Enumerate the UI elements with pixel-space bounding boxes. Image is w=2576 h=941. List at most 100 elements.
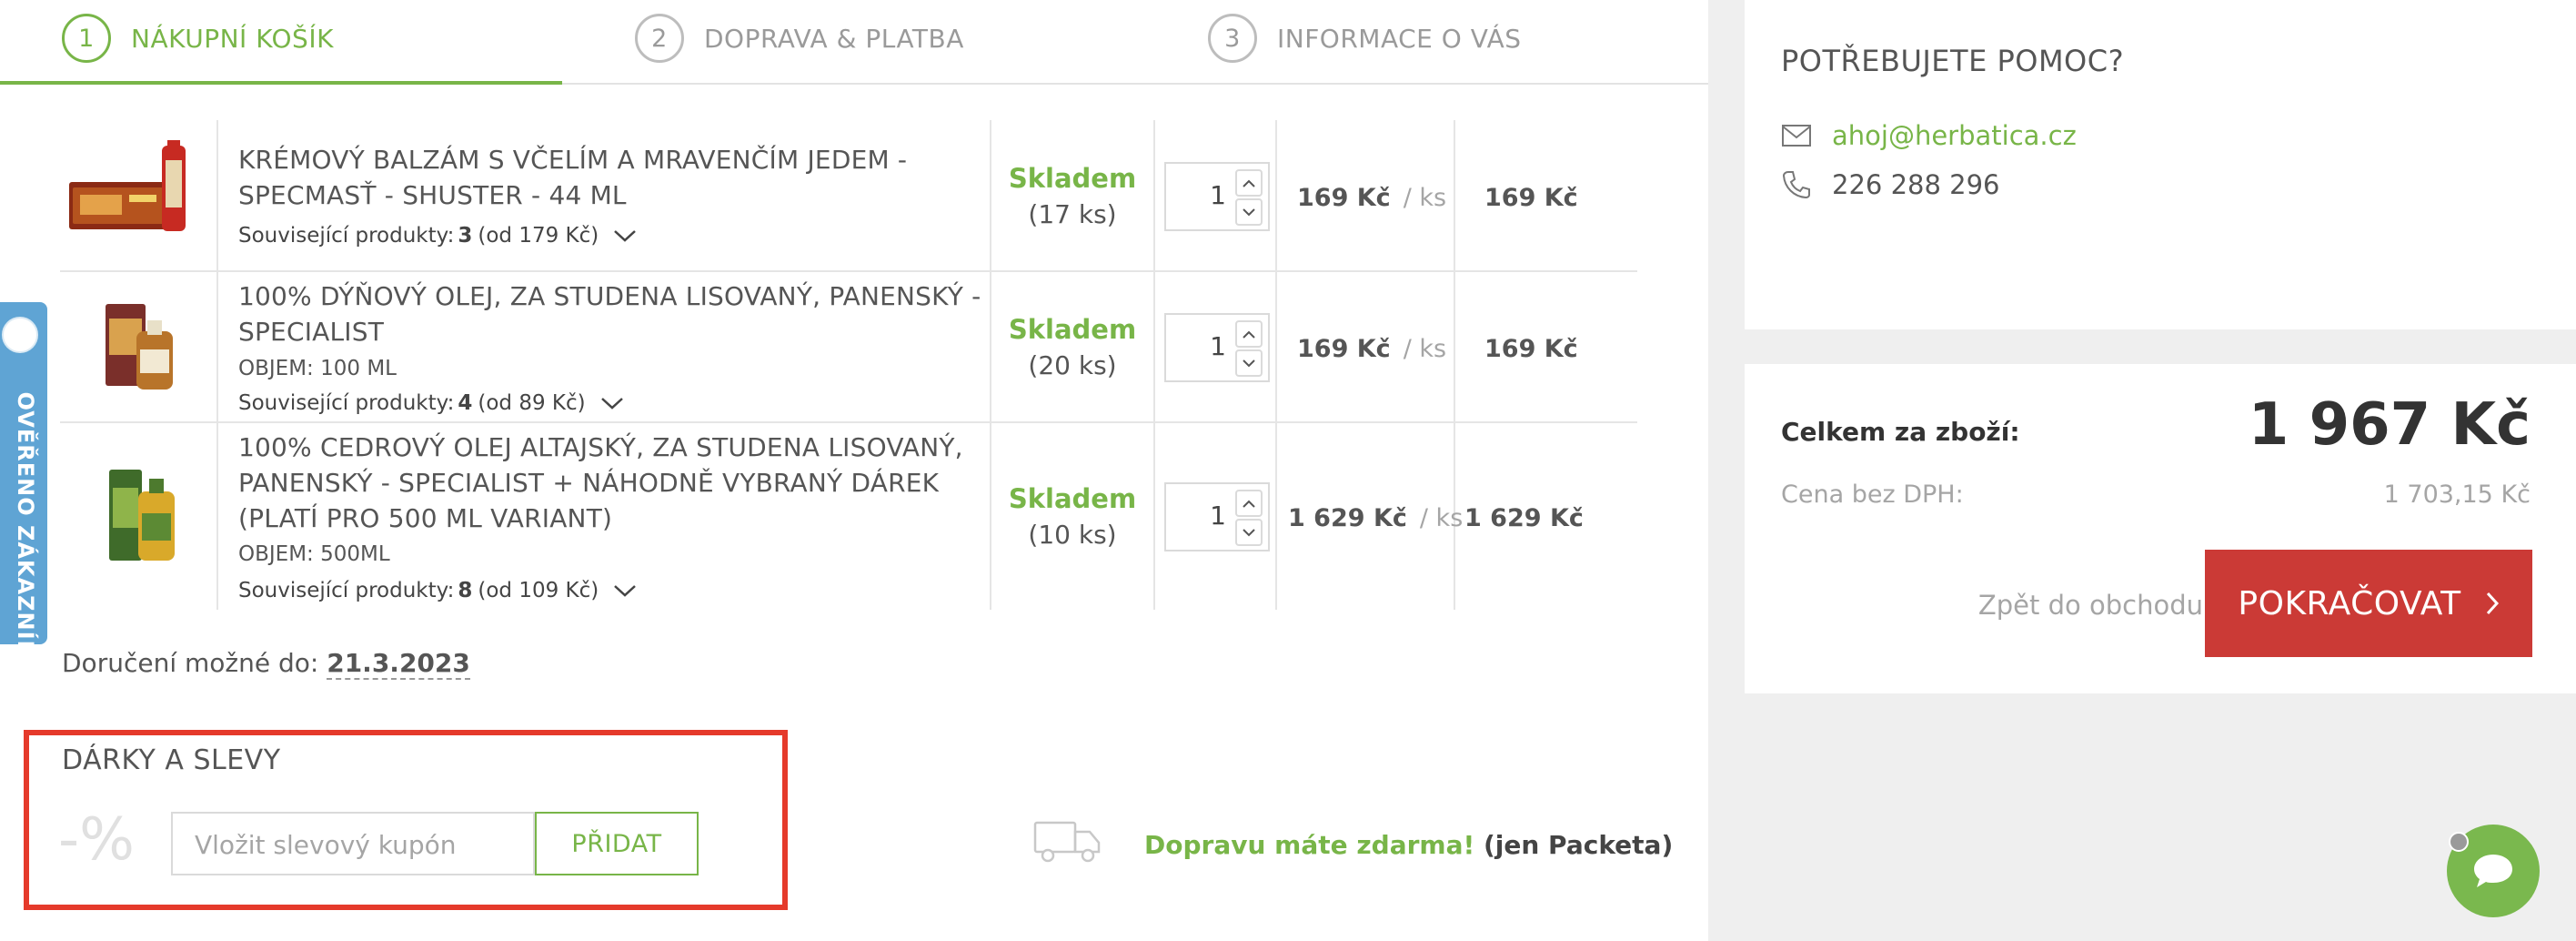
related-count: 3 <box>458 224 473 248</box>
delivery-label: Doručení možné do: <box>62 648 319 678</box>
related-products[interactable]: Související produkty: 8 (od 109 Kč) <box>238 579 637 602</box>
step-number: 3 <box>1208 14 1257 63</box>
increment-button[interactable] <box>1235 169 1263 197</box>
unit-price: 169 Kč / ks <box>1297 184 1446 212</box>
chevron-down-icon <box>1243 528 1255 536</box>
chevron-right-icon <box>2486 592 2499 615</box>
step-label: INFORMACE O VÁS <box>1277 23 1522 54</box>
related-count: 8 <box>458 579 473 602</box>
related-price: (od 109 Kč) <box>478 579 599 602</box>
product-name[interactable]: KRÉMOVÝ BALZÁM S VČELÍM A MRAVENČÍM JEDE… <box>238 142 984 213</box>
decrement-button[interactable] <box>1235 198 1263 226</box>
increment-button[interactable] <box>1235 490 1263 517</box>
related-label: Související produkty: <box>238 224 455 248</box>
product-image[interactable] <box>64 289 213 406</box>
chevron-down-icon <box>600 398 623 410</box>
related-products[interactable]: Související produkty: 4 (od 89 Kč) <box>238 391 624 415</box>
decrement-button[interactable] <box>1235 349 1263 377</box>
delivery-date[interactable]: 21.3.2023 <box>327 648 470 680</box>
row-total: 1 629 Kč <box>1464 504 1584 532</box>
free-shipping-text: Dopravu máte zdarma! <box>1144 830 1475 860</box>
stock-label: Skladem <box>1008 314 1137 345</box>
stock-label: Skladem <box>1008 163 1137 194</box>
continue-button[interactable]: POKRAČOVAT <box>2205 550 2532 657</box>
quantity-value[interactable]: 1 <box>1210 331 1226 361</box>
quantity-stepper[interactable]: 1 <box>1164 162 1270 231</box>
stock-label: Skladem <box>1008 483 1137 514</box>
truck-icon <box>1033 821 1101 863</box>
related-price: (od 179 Kč) <box>478 224 599 248</box>
verified-reviews-tab[interactable]: OVĚŘENO ZÁKAZNÍKY <box>0 302 47 675</box>
unit-price-value: 169 Kč <box>1297 184 1391 212</box>
unit-price-value: 169 Kč <box>1297 335 1391 363</box>
shipping-carrier: (jen Packeta) <box>1483 830 1674 860</box>
row-divider <box>60 270 1637 272</box>
step-label: DOPRAVA & PLATBA <box>704 23 964 54</box>
product-variant: OBJEM: 100 ML <box>238 357 397 380</box>
product-variant: OBJEM: 500ML <box>238 542 390 566</box>
column-divider <box>1153 120 1155 610</box>
continue-label: POKRAČOVAT <box>2238 584 2461 622</box>
step-cart[interactable]: 1 NÁKUPNÍ KOŠÍK <box>62 13 334 64</box>
chevron-down-icon <box>614 230 637 242</box>
step-customer-info[interactable]: 3 INFORMACE O VÁS <box>1208 13 1522 64</box>
related-label: Související produkty: <box>238 579 455 602</box>
chevron-up-icon <box>1243 179 1255 187</box>
steps-active-indicator <box>0 81 562 85</box>
stock-count: (20 ks) <box>1028 350 1117 380</box>
unit-label: / ks <box>1403 335 1447 363</box>
step-label: NÁKUPNÍ KOŠÍK <box>131 23 334 54</box>
related-price: (od 89 Kč) <box>478 391 586 415</box>
back-to-shop-link[interactable]: Zpět do obchodu <box>1978 590 2203 621</box>
chevron-down-icon <box>1243 207 1255 216</box>
total-label: Celkem za zboží: <box>1781 417 2020 447</box>
help-email[interactable]: ahoj@herbatica.cz <box>1781 120 2077 151</box>
step-number: 2 <box>635 14 684 63</box>
row-total: 169 Kč <box>1484 335 1578 363</box>
envelope-icon <box>1782 125 1811 147</box>
decrement-button[interactable] <box>1235 519 1263 546</box>
increment-button[interactable] <box>1235 320 1263 348</box>
help-phone[interactable]: 226 288 296 <box>1781 169 2000 200</box>
phone-icon <box>1782 171 1810 199</box>
stock-count: (10 ks) <box>1028 520 1117 550</box>
chevron-up-icon <box>1243 500 1255 508</box>
vat-value: 1 703,15 Kč <box>2383 481 2531 509</box>
free-shipping-note: Dopravu máte zdarma! (jen Packeta) <box>1144 830 1673 860</box>
coupon-input[interactable]: Vložit slevový kupón <box>171 812 535 875</box>
quantity-value[interactable]: 1 <box>1210 180 1226 210</box>
related-count: 4 <box>458 391 473 415</box>
column-divider <box>216 120 218 610</box>
product-image[interactable] <box>64 135 213 246</box>
product-name[interactable]: 100% DÝŇOVÝ OLEJ, ZA STUDENA LISOVANÝ, P… <box>238 278 984 349</box>
email-link[interactable]: ahoj@herbatica.cz <box>1832 120 2077 151</box>
step-number: 1 <box>62 14 111 63</box>
quantity-stepper[interactable]: 1 <box>1164 482 1270 551</box>
verified-badge-icon <box>2 317 38 353</box>
row-divider <box>60 421 1637 423</box>
quantity-value[interactable]: 1 <box>1210 501 1226 531</box>
unit-label: / ks <box>1419 504 1464 532</box>
stock-status: Skladem (17 ks) <box>991 160 1153 233</box>
total-value: 1 967 Kč <box>2248 391 2531 459</box>
phone-number: 226 288 296 <box>1832 169 2000 200</box>
related-products[interactable]: Související produkty: 3 (od 179 Kč) <box>238 224 637 248</box>
verified-reviews-label: OVĚŘENO ZÁKAZNÍKY <box>13 391 38 675</box>
product-name[interactable]: 100% CEDROVÝ OLEJ ALTAJSKÝ, ZA STUDENA L… <box>238 430 984 536</box>
row-total: 169 Kč <box>1484 184 1578 212</box>
step-shipping-payment[interactable]: 2 DOPRAVA & PLATBA <box>635 13 964 64</box>
column-divider <box>1275 120 1277 610</box>
chevron-up-icon <box>1243 330 1255 339</box>
chevron-down-icon <box>614 585 637 597</box>
unit-price: 1 629 Kč / ks <box>1288 504 1463 532</box>
help-title: POTŘEBUJETE POMOC? <box>1781 44 2125 78</box>
apply-coupon-button[interactable]: PŘIDAT <box>535 812 699 875</box>
percent-icon: -% <box>58 806 135 874</box>
chat-bubble-icon <box>2474 855 2512 887</box>
delivery-info: Doručení možné do: 21.3.2023 <box>62 648 470 680</box>
discount-section-title: DÁRKY A SLEVY <box>62 744 281 776</box>
quantity-stepper[interactable]: 1 <box>1164 313 1270 382</box>
stock-count: (17 ks) <box>1028 199 1117 229</box>
product-image[interactable] <box>64 455 213 573</box>
related-label: Související produkty: <box>238 391 455 415</box>
